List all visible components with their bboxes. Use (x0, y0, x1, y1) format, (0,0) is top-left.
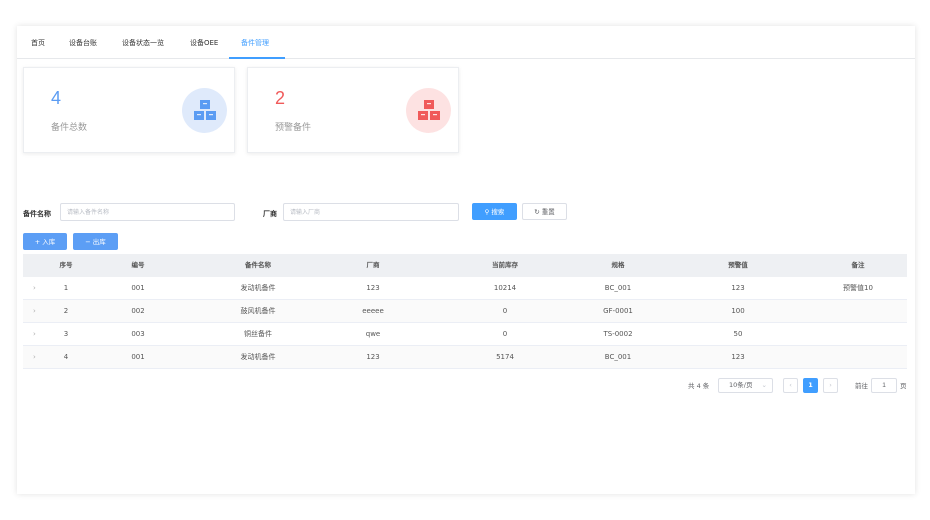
header-warning-value: 预警值 (728, 261, 748, 269)
cell-index: 4 (63, 353, 69, 361)
stock-out-button[interactable]: − 出库 (73, 233, 118, 250)
tab-equipment-status[interactable]: 设备状态一览 (122, 26, 164, 59)
cell-part-name: 铜丝备件 (244, 330, 272, 338)
cell-vendor: eeeee (362, 307, 384, 315)
goto-page-input[interactable] (871, 378, 897, 393)
cell-warning-value: 123 (731, 353, 745, 361)
vendor-input[interactable] (283, 203, 459, 221)
header-code: 编号 (131, 261, 145, 269)
chevron-right-icon[interactable]: › (33, 277, 36, 300)
header-spec: 规格 (611, 261, 625, 269)
cell-part-name: 发动机备件 (240, 284, 276, 292)
app-frame: 首页 设备台账 设备状态一览 设备OEE 备件管理 4 备件总数 2 预警备件 … (17, 26, 915, 494)
cell-warning-value: 50 (733, 330, 743, 338)
table-row[interactable]: › 2 002 鼓风机备件 eeeee 0 GF-0001 100 (23, 300, 907, 323)
reset-button[interactable]: ↻ 重置 (522, 203, 567, 220)
cell-code: 002 (131, 307, 145, 315)
chevron-right-icon[interactable]: › (33, 300, 36, 323)
chevron-down-icon: ⌄ (761, 381, 767, 389)
reset-button-label: 重置 (541, 208, 555, 216)
goto-label: 前往 (855, 382, 868, 390)
cell-spec: BC_001 (604, 353, 632, 361)
cell-spec: BC_001 (604, 284, 632, 292)
cell-vendor: qwe (365, 330, 381, 338)
page-size-value: 10条/页 (729, 381, 753, 389)
search-button-label: 搜索 (491, 208, 505, 216)
cell-vendor: 123 (366, 353, 380, 361)
header-vendor: 厂商 (366, 261, 380, 269)
table-row[interactable]: › 3 003 铜丝备件 qwe 0 TS-0002 50 (23, 323, 907, 346)
page-number[interactable]: 1 (803, 378, 818, 393)
plus-icon: + (34, 238, 41, 246)
cell-index: 3 (63, 330, 69, 338)
stock-in-button[interactable]: + 入库 (23, 233, 67, 250)
cell-stock: 0 (502, 307, 508, 315)
vendor-label: 厂商 (263, 210, 277, 218)
chevron-right-icon[interactable]: › (33, 346, 36, 369)
cell-remark: 预警值10 (843, 284, 873, 292)
warning-parts-card: 2 预警备件 (247, 67, 459, 153)
part-name-label: 备件名称 (23, 210, 51, 218)
part-name-input[interactable] (60, 203, 235, 221)
page-suffix: 页 (900, 382, 907, 390)
tab-equipment-ledger[interactable]: 设备台账 (69, 26, 97, 59)
header-part-name: 备件名称 (245, 261, 271, 269)
header-stock: 当前库存 (492, 261, 518, 269)
cell-vendor: 123 (366, 284, 380, 292)
cell-index: 2 (63, 307, 69, 315)
tab-bar: 首页 设备台账 设备状态一览 设备OEE 备件管理 (17, 26, 915, 59)
search-icon: ⚲ (484, 208, 490, 216)
cell-warning-value: 123 (731, 284, 745, 292)
cell-code: 001 (131, 353, 145, 361)
refresh-icon: ↻ (534, 208, 540, 216)
chevron-right-icon[interactable]: › (33, 323, 36, 346)
main-content: 4 备件总数 2 预警备件 备件名称 请输入备件名称 厂商 请输入厂商 ⚲ 搜索… (17, 59, 915, 494)
tab-equipment-oee[interactable]: 设备OEE (190, 26, 218, 59)
warning-parts-label: 预警备件 (275, 123, 312, 133)
total-parts-card: 4 备件总数 (23, 67, 235, 153)
boxes-icon (182, 88, 227, 133)
prev-page-button[interactable]: ‹ (783, 378, 798, 393)
total-count: 共 4 条 (688, 382, 710, 390)
cell-part-name: 发动机备件 (240, 353, 276, 361)
cell-stock: 5174 (496, 353, 514, 361)
cell-code: 001 (131, 284, 145, 292)
header-remark: 备注 (851, 261, 865, 269)
tab-home[interactable]: 首页 (31, 26, 45, 59)
table-header: 序号 编号 备件名称 厂商 当前库存 规格 预警值 备注 (23, 254, 907, 277)
spare-parts-table: 序号 编号 备件名称 厂商 当前库存 规格 预警值 备注 › 1 001 发动机… (23, 254, 907, 369)
next-page-button[interactable]: › (823, 378, 838, 393)
cell-warning-value: 100 (731, 307, 745, 315)
cell-stock: 10214 (493, 284, 517, 292)
warning-parts-value: 2 (275, 88, 286, 108)
search-button[interactable]: ⚲ 搜索 (472, 203, 517, 220)
cell-index: 1 (63, 284, 69, 292)
total-parts-value: 4 (51, 88, 62, 108)
cell-code: 003 (131, 330, 145, 338)
header-index: 序号 (59, 261, 73, 269)
stock-out-label: 出库 (92, 238, 106, 246)
stock-in-label: 入库 (42, 238, 56, 246)
cell-part-name: 鼓风机备件 (240, 307, 276, 315)
minus-icon: − (85, 238, 91, 246)
cell-spec: GF-0001 (603, 307, 633, 315)
table-row[interactable]: › 4 001 发动机备件 123 5174 BC_001 123 (23, 346, 907, 369)
cell-stock: 0 (502, 330, 508, 338)
boxes-icon (406, 88, 451, 133)
table-row[interactable]: › 1 001 发动机备件 123 10214 BC_001 123 预警值10 (23, 277, 907, 300)
total-parts-label: 备件总数 (51, 123, 88, 133)
cell-spec: TS-0002 (603, 330, 633, 338)
tab-spare-parts[interactable]: 备件管理 (241, 26, 269, 59)
page-size-select[interactable]: 10条/页 ⌄ (718, 378, 773, 393)
